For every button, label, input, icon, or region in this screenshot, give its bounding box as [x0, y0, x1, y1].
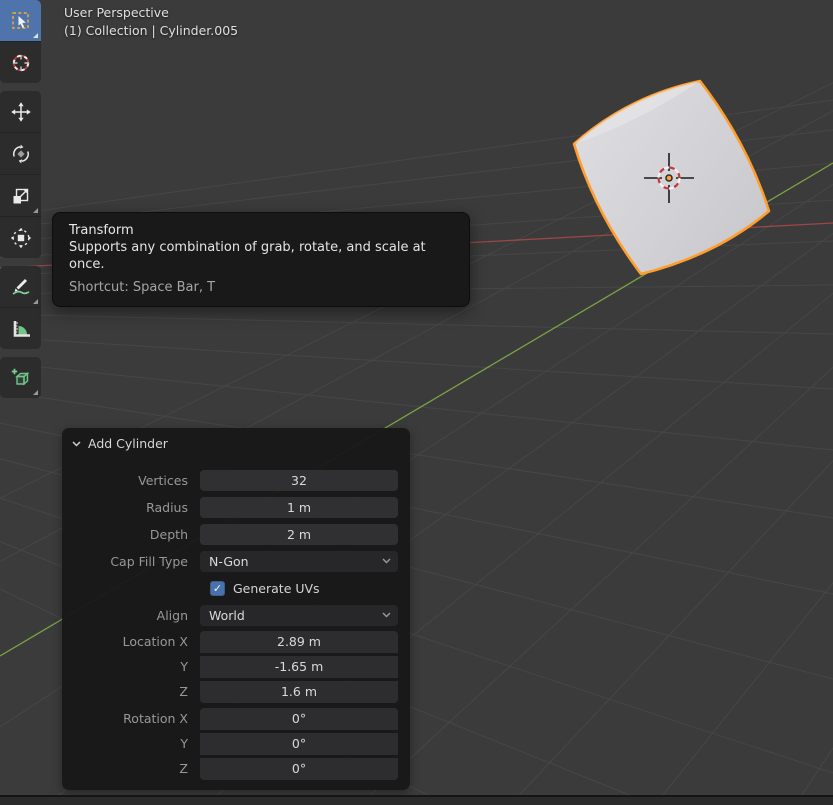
cap-fill-type-value: N-Gon	[209, 554, 249, 569]
tool-measure[interactable]	[0, 307, 41, 349]
generate-uvs-row[interactable]: ✓ Generate UVs	[210, 578, 320, 599]
add-cylinder-panel: Add Cylinder Vertices 32 Radius 1 m Dept…	[62, 428, 410, 790]
rotate-icon	[12, 144, 29, 163]
tool-scale[interactable]	[0, 174, 41, 216]
field-row-location-y: Y -1.65 m	[62, 656, 410, 678]
field-row-location-z: Z 1.6 m	[62, 681, 410, 703]
depth-label: Depth	[149, 527, 188, 542]
location-x-input[interactable]: 2.89 m	[200, 631, 398, 653]
transform-icon	[10, 227, 31, 248]
align-label: Align	[156, 608, 188, 623]
rotation-z-input[interactable]: 0°	[200, 758, 398, 780]
tool-transform[interactable]	[0, 216, 41, 258]
location-y-label: Y	[180, 659, 188, 674]
rotation-y-label: Y	[180, 736, 188, 751]
tool-flyout-indicator	[33, 390, 38, 395]
chevron-down-icon	[382, 558, 391, 564]
location-z-input[interactable]: 1.6 m	[200, 681, 398, 703]
rotation-z-label: Z	[179, 761, 188, 776]
chevron-down-icon	[72, 440, 81, 447]
align-select[interactable]: World	[200, 605, 398, 626]
location-y-input[interactable]: -1.65 m	[200, 656, 398, 678]
tool-move[interactable]	[0, 91, 41, 132]
cursor-tool-icon	[12, 54, 29, 71]
field-row-cap-fill-type: Cap Fill Type N-Gon	[62, 551, 410, 572]
cap-fill-type-label: Cap Fill Type	[110, 554, 188, 569]
location-z-label: Z	[179, 684, 188, 699]
add-cube-icon	[11, 368, 29, 386]
rotation-y-input[interactable]: 0°	[200, 733, 398, 755]
tool-shelf	[0, 0, 41, 406]
panel-title: Add Cylinder	[88, 436, 168, 451]
radius-label: Radius	[146, 500, 188, 515]
tooltip-title: Transform	[69, 223, 134, 238]
panel-header[interactable]: Add Cylinder	[72, 436, 168, 451]
view-perspective-label: User Perspective	[64, 5, 169, 20]
location-x-label: Location X	[122, 634, 188, 649]
rotation-x-label: Rotation X	[123, 711, 188, 726]
annotate-icon	[11, 278, 29, 295]
field-row-location-x: Location X 2.89 m	[62, 631, 410, 653]
depth-input[interactable]: 2 m	[200, 524, 398, 545]
tool-flyout-indicator	[33, 299, 38, 304]
align-value: World	[209, 608, 245, 623]
tool-tooltip: Transform Supports any combination of gr…	[52, 212, 470, 307]
radius-input[interactable]: 1 m	[200, 497, 398, 518]
tool-cursor[interactable]	[0, 41, 41, 83]
field-row-align: Align World	[62, 605, 410, 626]
tool-select-box[interactable]	[0, 0, 41, 41]
tool-add-cube[interactable]	[0, 357, 41, 398]
field-row-rotation-x: Rotation X 0°	[62, 708, 410, 730]
blender-3d-viewport: User Perspective (1) Collection | Cylind…	[0, 0, 833, 805]
measure-icon	[13, 320, 30, 337]
generate-uvs-checkbox[interactable]: ✓	[210, 581, 225, 596]
tooltip-description: Supports any combination of grab, rotate…	[69, 240, 426, 272]
tooltip-shortcut: Shortcut: Space Bar, T	[69, 280, 216, 295]
generate-uvs-label: Generate UVs	[233, 581, 320, 596]
field-row-vertices: Vertices 32	[62, 470, 410, 491]
field-row-radius: Radius 1 m	[62, 497, 410, 518]
tool-flyout-indicator	[33, 33, 38, 38]
field-row-depth: Depth 2 m	[62, 524, 410, 545]
status-bar	[0, 795, 833, 805]
vertices-input[interactable]: 32	[200, 470, 398, 491]
scale-icon	[13, 188, 28, 203]
active-object-breadcrumb: (1) Collection | Cylinder.005	[64, 23, 239, 38]
chevron-down-icon	[382, 612, 391, 618]
vertices-label: Vertices	[138, 473, 188, 488]
viewport-header: User Perspective (1) Collection | Cylind…	[64, 4, 238, 39]
field-row-rotation-y: Y 0°	[62, 733, 410, 755]
select-box-icon	[11, 11, 29, 29]
move-icon	[10, 101, 31, 122]
rotation-x-input[interactable]: 0°	[200, 708, 398, 730]
tool-annotate[interactable]	[0, 266, 41, 307]
field-row-rotation-z: Z 0°	[62, 758, 410, 780]
tool-rotate[interactable]	[0, 132, 41, 174]
tool-flyout-indicator	[33, 208, 38, 213]
cap-fill-type-select[interactable]: N-Gon	[200, 551, 398, 572]
